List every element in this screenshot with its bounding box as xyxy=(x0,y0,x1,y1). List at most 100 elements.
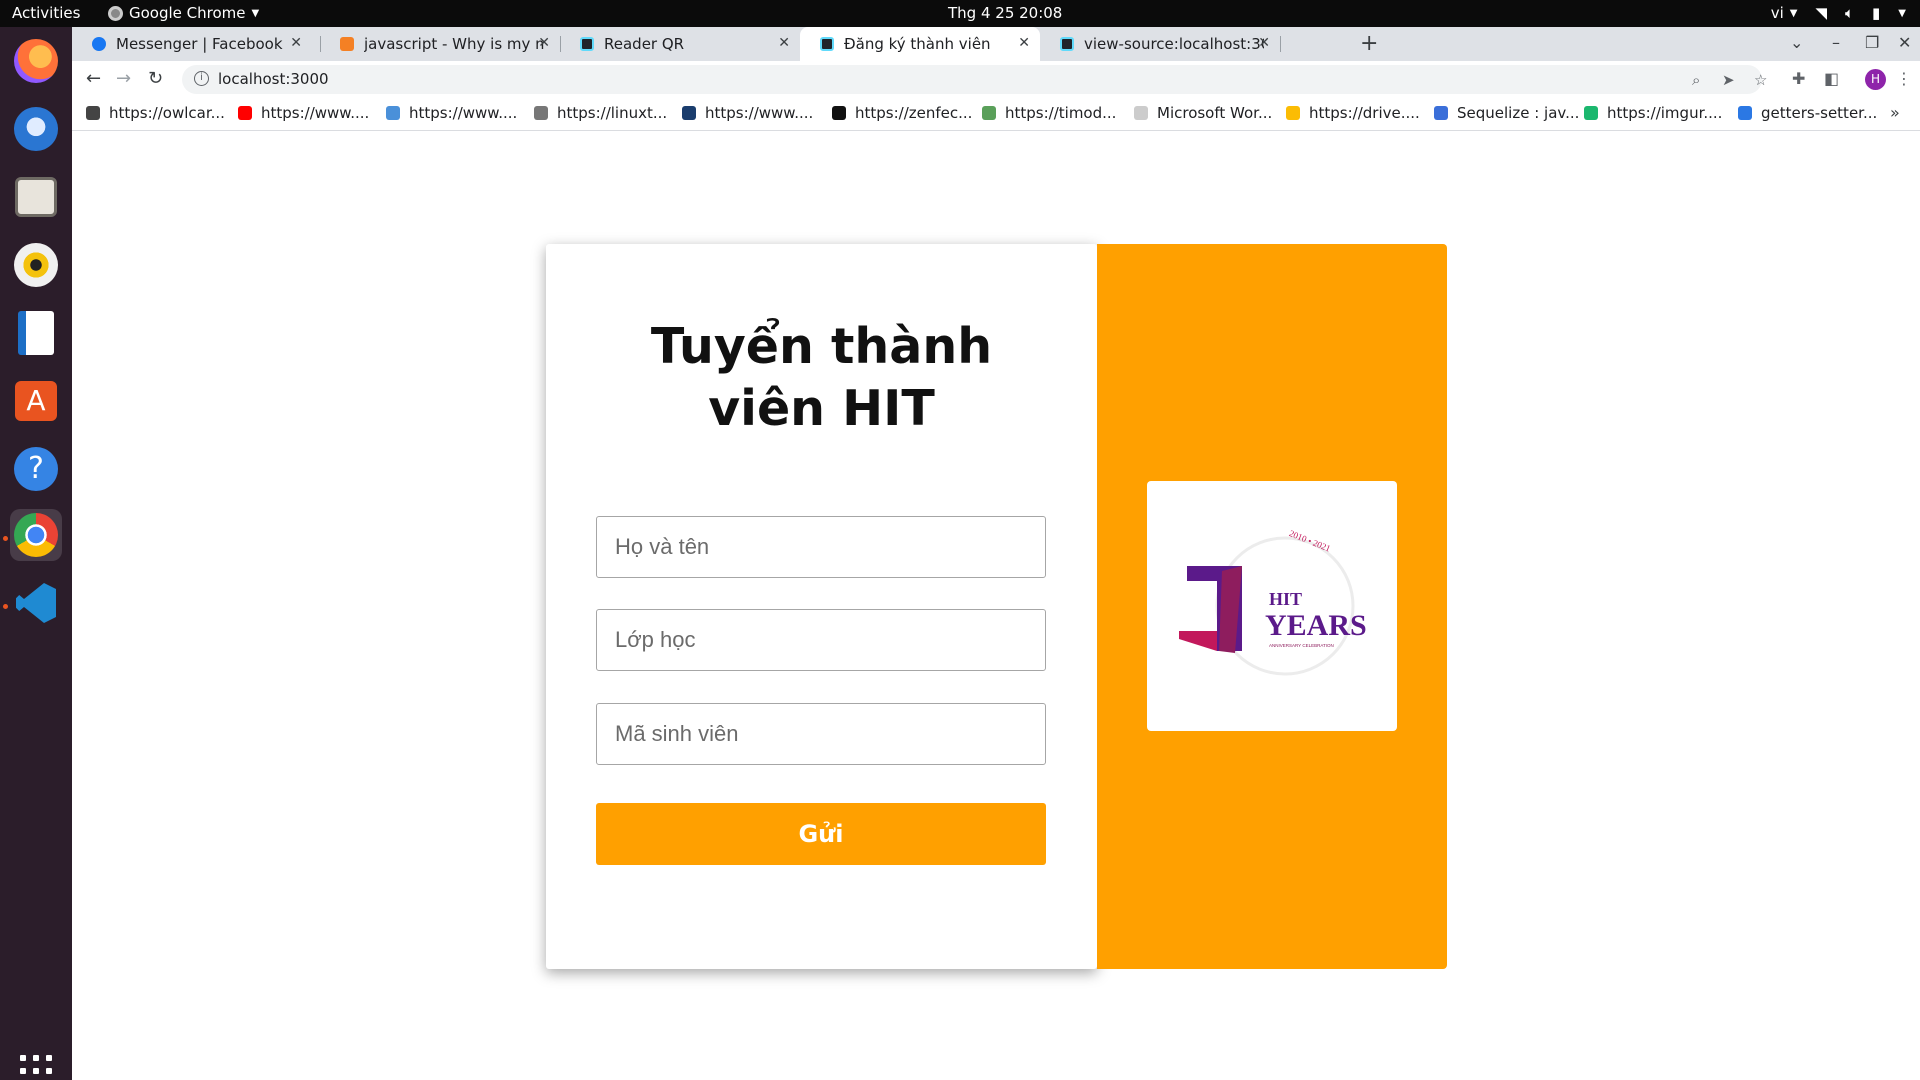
chrome-icon xyxy=(108,5,123,21)
bookmark-item[interactable]: https://drive.... xyxy=(1286,104,1420,122)
url-text[interactable]: localhost:3000 xyxy=(218,70,329,88)
bookmark-favicon-icon xyxy=(982,106,996,120)
send-icon[interactable]: ➤ xyxy=(1722,71,1735,89)
bookmark-label: https://timod... xyxy=(1005,104,1117,122)
logo-tagline-text: ANNIVERSARY CELEBRATION xyxy=(1269,643,1334,648)
files-icon xyxy=(15,177,57,217)
writer-icon xyxy=(18,311,54,355)
address-bar[interactable]: i localhost:3000 ⌕ ➤ ☆ xyxy=(182,65,1767,94)
full-name-input[interactable] xyxy=(596,516,1046,578)
app-menu[interactable]: Google Chrome ▼ xyxy=(108,4,259,22)
bookmark-label: https://www.... xyxy=(705,104,814,122)
close-icon[interactable]: ✕ xyxy=(778,35,790,51)
bookmark-label: https://linuxt... xyxy=(557,104,668,122)
bookmark-favicon-icon xyxy=(682,106,696,120)
extensions-puzzle-icon[interactable]: ✚ xyxy=(1792,69,1805,88)
bookmark-item[interactable]: https://imgur.... xyxy=(1584,104,1722,122)
system-clock[interactable]: Thg 4 25 20:08 xyxy=(948,4,1062,22)
bookmarks-bar: https://owlcar... https://www.... https:… xyxy=(72,98,1920,131)
class-input[interactable] xyxy=(596,609,1046,671)
bookmark-star-icon[interactable]: ☆ xyxy=(1754,71,1767,89)
thunderbird-icon xyxy=(14,107,58,151)
bookmark-favicon-icon xyxy=(1738,106,1752,120)
volume-icon: 🔈︎ xyxy=(1845,4,1855,22)
tab-reader-qr[interactable]: Reader QR ✕ xyxy=(560,27,800,61)
bookmark-item[interactable]: https://linuxt... xyxy=(534,104,667,122)
tab-title: view-source:localhost:300 xyxy=(1084,35,1264,53)
chrome-launcher[interactable] xyxy=(10,509,62,561)
tab-strip: Messenger | Facebook ✕ javascript - Why … xyxy=(72,27,1920,61)
activities-button[interactable]: Activities xyxy=(12,4,80,22)
app-name: Google Chrome xyxy=(129,4,246,22)
profile-avatar[interactable]: H xyxy=(1865,69,1886,90)
system-tray[interactable]: vi ▼ ◥ 🔈︎ ▮ ▼ xyxy=(1771,4,1906,22)
brand-panel: HIT YEARS 2010 • 2021 ANNIVERSARY CELEBR… xyxy=(1097,244,1447,969)
reload-icon[interactable]: ↻ xyxy=(148,68,163,89)
tab-title: Đăng ký thành viên xyxy=(844,35,991,53)
software-launcher[interactable]: A xyxy=(10,375,62,427)
show-applications-icon[interactable] xyxy=(20,1055,52,1080)
bookmark-item[interactable]: https://timod... xyxy=(982,104,1116,122)
submit-button[interactable]: Gửi xyxy=(596,803,1046,865)
bookmark-item[interactable]: https://zenfec... xyxy=(832,104,972,122)
close-icon[interactable]: ✕ xyxy=(290,35,302,51)
bookmark-favicon-icon xyxy=(534,106,548,120)
bookmark-item[interactable]: getters-setter... xyxy=(1738,104,1877,122)
bookmark-item[interactable]: Sequelize : jav... xyxy=(1434,104,1579,122)
tab-search-chevron-icon[interactable]: ⌄ xyxy=(1790,33,1803,52)
more-bookmarks-chevron-icon[interactable]: » xyxy=(1890,103,1900,122)
language-indicator[interactable]: vi xyxy=(1771,4,1784,22)
close-window-icon[interactable]: ✕ xyxy=(1898,33,1911,52)
menu-kebab-icon[interactable]: ⋮ xyxy=(1896,69,1912,88)
close-icon[interactable]: ✕ xyxy=(1018,35,1030,51)
zoom-icon[interactable]: ⌕ xyxy=(1692,71,1700,89)
new-tab-plus-icon[interactable]: + xyxy=(1360,31,1378,56)
bookmark-label: https://www.... xyxy=(261,104,370,122)
vscode-launcher[interactable] xyxy=(10,577,62,629)
document-icon xyxy=(1134,106,1148,120)
ubuntu-dock: A ? xyxy=(0,27,72,1080)
tab-title: Reader QR xyxy=(604,35,685,53)
writer-launcher[interactable] xyxy=(10,307,62,359)
forward-arrow-icon[interactable]: → xyxy=(116,68,131,89)
rhythmbox-launcher[interactable] xyxy=(10,239,62,291)
firefox-launcher[interactable] xyxy=(10,35,62,87)
restore-icon[interactable]: ❐ xyxy=(1865,33,1879,52)
help-launcher[interactable]: ? xyxy=(10,443,62,495)
student-id-input[interactable] xyxy=(596,703,1046,765)
site-info-icon[interactable]: i xyxy=(194,71,209,86)
bookmark-item[interactable]: https://www.... xyxy=(386,104,517,122)
back-arrow-icon[interactable]: ← xyxy=(86,68,101,89)
react-icon xyxy=(580,37,594,51)
bookmark-favicon-icon xyxy=(1434,106,1448,120)
tab-view-source[interactable]: view-source:localhost:300 ✕ xyxy=(1040,27,1280,61)
close-icon[interactable]: ✕ xyxy=(538,35,550,51)
bookmark-label: Microsoft Wor... xyxy=(1157,104,1273,122)
help-icon: ? xyxy=(14,447,58,491)
bookmark-item[interactable]: Microsoft Wor... xyxy=(1134,104,1272,122)
close-icon[interactable]: ✕ xyxy=(1258,35,1270,51)
hit-10-years-logo: HIT YEARS 2010 • 2021 ANNIVERSARY CELEBR… xyxy=(1147,481,1397,731)
bookmark-label: https://www.... xyxy=(409,104,518,122)
chevron-down-icon: ▼ xyxy=(1789,7,1798,19)
bookmark-item[interactable]: https://www.... xyxy=(682,104,813,122)
minimize-icon[interactable]: – xyxy=(1832,33,1840,52)
page-viewport: Tuyển thành viên HIT Gửi HIT YEARS 2010 … xyxy=(72,131,1920,1080)
bookmark-item[interactable]: https://owlcar... xyxy=(86,104,225,122)
files-launcher[interactable] xyxy=(10,171,62,223)
facebook-icon xyxy=(92,37,106,51)
bookmark-favicon-icon xyxy=(386,106,400,120)
chevron-down-icon: ▼ xyxy=(1898,7,1906,19)
firefox-icon xyxy=(14,39,58,83)
tab-stackoverflow[interactable]: javascript - Why is my mid ✕ xyxy=(320,27,560,61)
tab-dang-ky[interactable]: Đăng ký thành viên ✕ xyxy=(800,27,1040,61)
bookmark-favicon-icon xyxy=(832,106,846,120)
bookmark-label: https://drive.... xyxy=(1309,104,1420,122)
react-icon xyxy=(1060,37,1074,51)
side-panel-icon[interactable]: ◧ xyxy=(1824,69,1839,88)
running-indicator xyxy=(3,536,8,541)
bookmark-item[interactable]: https://www.... xyxy=(238,104,369,122)
vscode-icon xyxy=(16,583,56,623)
thunderbird-launcher[interactable] xyxy=(10,103,62,155)
tab-messenger[interactable]: Messenger | Facebook ✕ xyxy=(72,27,312,61)
